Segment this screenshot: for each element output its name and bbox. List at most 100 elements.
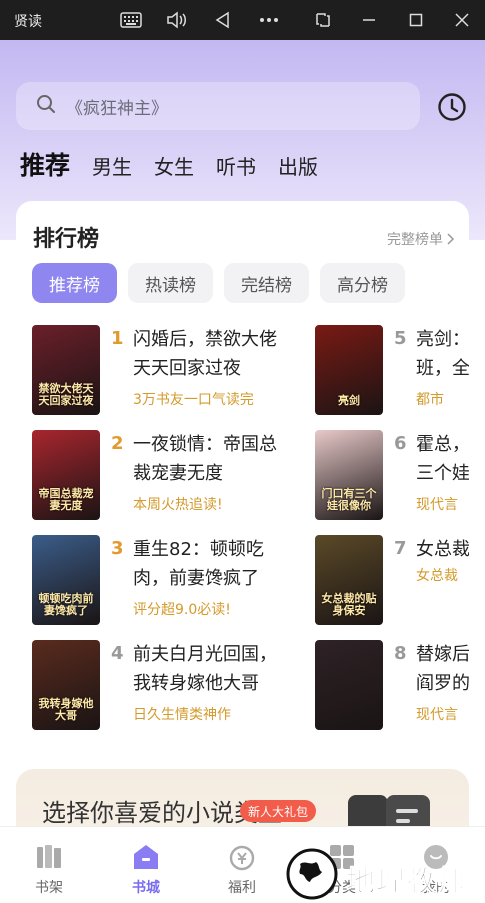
book-title-line1: 替嫁后 bbox=[416, 644, 469, 665]
minimize-icon[interactable] bbox=[357, 8, 381, 32]
book-tag: 女总裁 bbox=[416, 568, 458, 584]
book-title-line1: 亮剑： bbox=[416, 329, 469, 350]
book-title-line2: 阎罗的 bbox=[416, 673, 469, 694]
book-cover-text: 帝国总裁宠妻无度 bbox=[38, 487, 94, 512]
book-item[interactable]: 我转身嫁他大哥 4 前夫白月光回国， 我转身嫁他大哥 日久生情类神作 bbox=[32, 640, 352, 732]
maximize-icon[interactable] bbox=[404, 8, 428, 32]
emulator-titlebar: 贤读 bbox=[0, 0, 485, 40]
book-title-line1: 闪婚后，禁欲大佬 bbox=[133, 329, 277, 350]
book-cover-text: 女总裁的贴身保安 bbox=[321, 592, 377, 617]
book-title-line1: 女总裁 bbox=[416, 539, 469, 560]
book-tag: 评分超9.0必读! bbox=[133, 602, 231, 618]
book-item[interactable]: 帝国总裁宠妻无度 2 一夜锁情：帝国总 裁宠妻无度本周火热追读! bbox=[32, 430, 352, 522]
watermark-text: 地理教师 bbox=[345, 864, 467, 899]
bookshelf-icon bbox=[35, 843, 63, 871]
newbie-gift-badge: 新人大礼包 bbox=[240, 800, 317, 822]
nav-bookshelf-label: 书架 bbox=[35, 880, 63, 896]
book-tag: 现代言 bbox=[416, 497, 458, 513]
keyboard-icon[interactable] bbox=[119, 8, 143, 32]
book-cover[interactable]: 门口有三个娃很像你 bbox=[315, 430, 383, 520]
book-item[interactable]: 女总裁的贴身保安 7 女总裁 女总裁 bbox=[315, 535, 469, 627]
chip-hot[interactable]: 热读榜 bbox=[128, 263, 213, 303]
app-name: 贤读 bbox=[14, 14, 42, 30]
book-cover[interactable]: 帝国总裁宠妻无度 bbox=[32, 430, 100, 520]
book-cover-text: 禁欲大佬天天回家过夜 bbox=[38, 382, 94, 407]
search-icon bbox=[36, 94, 56, 118]
book-cover[interactable]: 亮剑 bbox=[315, 325, 383, 415]
rank-number: 8 bbox=[394, 643, 407, 664]
search-bar[interactable]: 《疯狂神主》 bbox=[16, 82, 420, 130]
book-title-line2: 我转身嫁他大哥 bbox=[133, 673, 259, 694]
channel-tabs: 推荐 男生 女生 听书 出版 bbox=[20, 146, 340, 182]
book-tag: 现代言 bbox=[416, 707, 458, 723]
book-cover-text: 顿顿吃肉前妻馋疯了 bbox=[38, 592, 94, 617]
back-icon[interactable] bbox=[211, 8, 235, 32]
tab-female[interactable]: 女生 bbox=[154, 151, 194, 180]
nav-welfare[interactable]: 福利 bbox=[202, 827, 282, 903]
tab-male[interactable]: 男生 bbox=[92, 151, 132, 180]
book-cover-text: 亮剑 bbox=[338, 394, 360, 407]
screenshot-icon[interactable] bbox=[311, 8, 335, 32]
book-title-line2: 裁宠妻无度 bbox=[133, 463, 223, 484]
nav-welfare-label: 福利 bbox=[228, 880, 256, 896]
book-title-line2: 班，全 bbox=[416, 358, 469, 379]
ranking-title: 排行榜 bbox=[33, 227, 100, 252]
book-cover[interactable]: 我转身嫁他大哥 bbox=[32, 640, 100, 730]
book-title-line2: 天天回家过夜 bbox=[133, 358, 241, 379]
nav-bookstore[interactable]: 书城 bbox=[106, 827, 186, 903]
watermark-globe-icon bbox=[286, 848, 338, 900]
book-title-line1: 前夫白月光回国， bbox=[133, 644, 277, 665]
book-item[interactable]: 亮剑 5 亮剑： 班，全都市 bbox=[315, 325, 469, 417]
bookstore-icon bbox=[132, 843, 160, 871]
book-tag: 本周火热追读! bbox=[133, 497, 223, 513]
book-title-line1: 重生82：顿顿吃 bbox=[133, 539, 264, 560]
nav-bookshelf[interactable]: 书架 bbox=[9, 827, 89, 903]
chip-recommend[interactable]: 推荐榜 bbox=[32, 263, 117, 303]
book-title: 替嫁后 阎罗的 bbox=[416, 640, 469, 698]
book-item[interactable]: 禁欲大佬天天回家过夜 1 闪婚后，禁欲大佬 天天回家过夜 3万书友一口气读完 bbox=[32, 325, 352, 417]
close-icon[interactable] bbox=[450, 8, 474, 32]
book-cover[interactable]: 禁欲大佬天天回家过夜 bbox=[32, 325, 100, 415]
book-title: 闪婚后，禁欲大佬 天天回家过夜 bbox=[133, 325, 293, 383]
volume-icon[interactable] bbox=[165, 8, 189, 32]
tab-published[interactable]: 出版 bbox=[278, 151, 318, 180]
book-item[interactable]: 门口有三个娃很像你 6 霍总， 三个娃 现代言 bbox=[315, 430, 469, 522]
book-cover-text: 门口有三个娃很像你 bbox=[321, 487, 377, 512]
rank-number: 4 bbox=[111, 643, 124, 664]
book-title-line2: 三个娃 bbox=[416, 463, 469, 484]
book-title: 一夜锁情：帝国总 裁宠妻无度 bbox=[133, 430, 293, 488]
book-cover[interactable]: 女总裁的贴身保安 bbox=[315, 535, 383, 625]
book-title-line2: 肉，前妻馋疯了 bbox=[133, 568, 259, 589]
book-title-line1: 一夜锁情：帝国总 bbox=[133, 434, 277, 455]
chevron-right-icon bbox=[447, 233, 455, 245]
tab-audiobook[interactable]: 听书 bbox=[216, 151, 256, 180]
book-tag: 3万书友一口气读完 bbox=[133, 392, 254, 408]
book-title-line1: 霍总， bbox=[416, 434, 469, 455]
welfare-icon bbox=[228, 843, 256, 871]
book-title: 重生82：顿顿吃 肉，前妻馋疯了 bbox=[133, 535, 293, 593]
book-title: 女总裁 bbox=[416, 535, 469, 564]
tab-recommend[interactable]: 推荐 bbox=[20, 146, 70, 182]
history-clock-icon[interactable] bbox=[437, 92, 467, 122]
book-cover-text: 我转身嫁他大哥 bbox=[38, 697, 94, 722]
book-item[interactable]: 顿顿吃肉前妻馋疯了 3 重生82：顿顿吃 肉，前妻馋疯了评分超9.0必读! bbox=[32, 535, 352, 627]
rank-number: 7 bbox=[394, 538, 407, 559]
book-cover[interactable] bbox=[315, 640, 383, 730]
chip-finished[interactable]: 完结榜 bbox=[224, 263, 309, 303]
rank-number: 5 bbox=[394, 328, 407, 349]
ranking-card: 排行榜 完整榜单 推荐榜 热读榜 完结榜 高分榜 禁欲大佬天天回家过夜 1 闪婚后，… bbox=[16, 201, 469, 751]
full-ranking-label: 完整榜单 bbox=[387, 232, 443, 248]
watermark: 地理教师 bbox=[282, 848, 482, 902]
rank-number: 3 bbox=[111, 538, 124, 559]
ranking-chips: 推荐榜 热读榜 完结榜 高分榜 bbox=[32, 263, 416, 303]
book-cover[interactable]: 顿顿吃肉前妻馋疯了 bbox=[32, 535, 100, 625]
more-icon[interactable] bbox=[257, 8, 281, 32]
full-ranking-link[interactable]: 完整榜单 bbox=[387, 229, 455, 249]
book-item[interactable]: 8 替嫁后阎罗的现代言 bbox=[315, 640, 469, 732]
nav-bookstore-label: 书城 bbox=[132, 880, 160, 896]
rank-number: 1 bbox=[111, 328, 124, 349]
book-tag: 日久生情类神作 bbox=[133, 707, 231, 723]
chip-high-score[interactable]: 高分榜 bbox=[320, 263, 405, 303]
rank-number: 2 bbox=[111, 433, 124, 454]
book-tag: 都市 bbox=[416, 392, 444, 408]
